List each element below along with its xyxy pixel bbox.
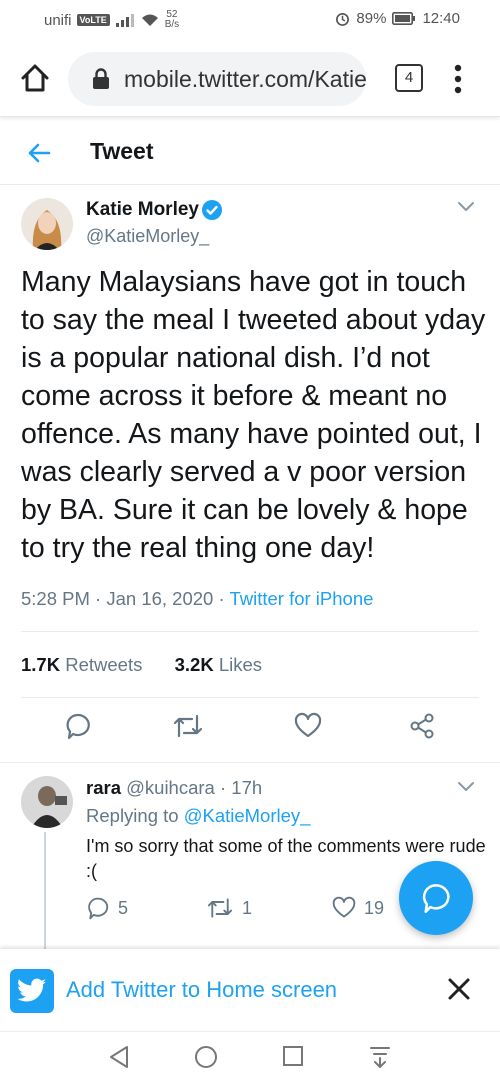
android-nav-bar: [0, 1031, 500, 1084]
back-triangle-icon[interactable]: [108, 1045, 130, 1069]
reply-author-name[interactable]: rara: [86, 777, 121, 798]
reply-author-avatar[interactable]: [21, 776, 73, 828]
compose-icon: [422, 884, 450, 913]
reply-time[interactable]: 17h: [231, 777, 262, 798]
home-circle-icon[interactable]: [194, 1045, 218, 1069]
status-bar: unifi VoLTE 52 B/s 89% 12:40: [0, 0, 500, 42]
tweet-actions: [0, 712, 500, 752]
reply-retweet-count: 1: [242, 897, 253, 918]
signal-icon: [115, 13, 135, 27]
reply-reply-count: 5: [118, 897, 129, 918]
recents-square-icon[interactable]: [282, 1045, 304, 1067]
browser-toolbar: mobile.twitter.com/Katie 4: [0, 44, 500, 117]
likes-stat[interactable]: 3.2K Likes: [175, 654, 262, 675]
add-to-home-banner[interactable]: Add Twitter to Home screen: [0, 949, 500, 1031]
battery-percent: 89%: [356, 10, 387, 27]
home-icon[interactable]: [18, 61, 52, 95]
tweet-date[interactable]: Jan 16, 2020: [106, 588, 213, 609]
author-name[interactable]: Katie Morley: [86, 199, 199, 221]
add-to-home-text[interactable]: Add Twitter to Home screen: [66, 977, 337, 1003]
back-arrow-icon[interactable]: [26, 140, 52, 166]
carrier-label: unifi: [44, 11, 72, 29]
retweet-icon: [206, 896, 234, 920]
tweet-stats: 1.7K Retweets 3.2K Likes: [21, 654, 262, 676]
thread-line: [44, 832, 46, 952]
notification-shade-icon[interactable]: [369, 1045, 391, 1069]
tweet-time[interactable]: 5:28 PM: [21, 588, 90, 609]
author-handle[interactable]: @KatieMorley_: [86, 226, 209, 247]
more-options-icon[interactable]: [452, 64, 464, 94]
section-divider: [0, 762, 500, 763]
reply-reply-button[interactable]: 5: [86, 896, 128, 920]
reply-author-handle[interactable]: @kuihcara: [126, 777, 215, 798]
chevron-down-icon[interactable]: [457, 781, 475, 793]
network-speed: 52 B/s: [164, 9, 180, 30]
twitter-logo-icon: [10, 969, 54, 1013]
reply-retweet-button[interactable]: 1: [206, 896, 252, 920]
retweets-stat[interactable]: 1.7K Retweets: [21, 654, 142, 675]
replying-to-mention[interactable]: @KatieMorley_: [184, 805, 311, 826]
like-heart-icon[interactable]: [294, 712, 322, 740]
clock: 12:40: [422, 10, 460, 27]
url-text: mobile.twitter.com/Katie: [124, 66, 366, 92]
share-icon[interactable]: [408, 712, 436, 740]
chevron-down-icon[interactable]: [457, 201, 475, 213]
volte-badge: VoLTE: [76, 14, 110, 26]
reply-icon[interactable]: [64, 712, 92, 740]
close-icon[interactable]: [447, 977, 471, 1001]
verified-badge-icon: [201, 199, 223, 221]
divider: [21, 631, 479, 632]
retweet-icon[interactable]: [172, 712, 204, 740]
wifi-icon: [140, 13, 160, 27]
page-header: Tweet: [0, 126, 500, 185]
tweet-source[interactable]: Twitter for iPhone: [229, 588, 373, 609]
author-avatar[interactable]: [21, 198, 73, 250]
reply-like-button[interactable]: 19: [332, 896, 384, 920]
tab-switcher-button[interactable]: 4: [395, 64, 423, 92]
tweet-text: Many Malaysians have got in touch to say…: [21, 266, 486, 564]
lock-icon: [92, 68, 110, 90]
reply-icon: [86, 896, 110, 920]
reply-like-count: 19: [364, 897, 385, 918]
compose-tweet-button[interactable]: [399, 861, 473, 935]
replying-to: Replying to @KatieMorley_: [86, 805, 311, 826]
reply-header: rara @kuihcara · 17h: [86, 777, 263, 798]
page-title: Tweet: [90, 138, 154, 164]
like-heart-icon: [332, 896, 356, 920]
battery-icon: [392, 12, 416, 25]
alarm-icon: [335, 11, 350, 26]
divider: [21, 697, 479, 698]
tweet-meta: 5:28 PM · Jan 16, 2020 · Twitter for iPh…: [21, 588, 374, 609]
address-bar[interactable]: mobile.twitter.com/Katie: [68, 52, 366, 106]
